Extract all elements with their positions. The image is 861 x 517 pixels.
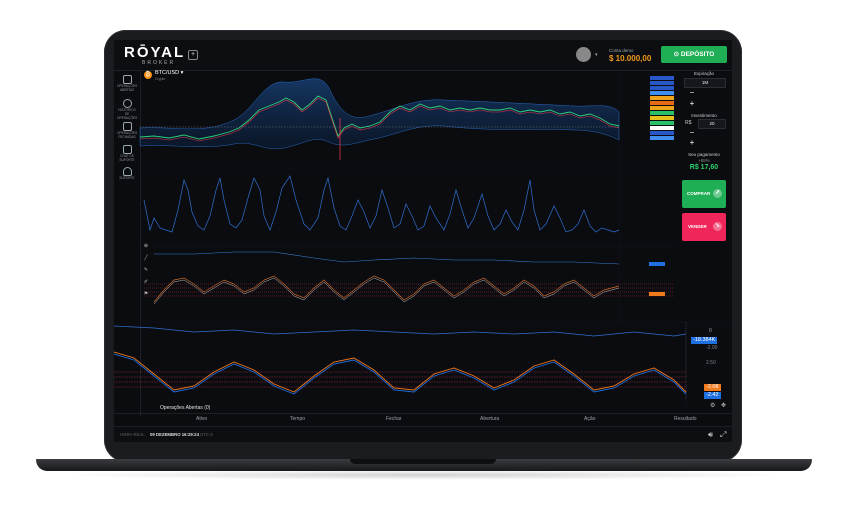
currency-label: R$	[685, 120, 692, 126]
column-result: Resultado	[674, 416, 697, 422]
drawing-toolbar: ⊕ ╱ ✎ ✐ ⚑	[142, 242, 152, 302]
stochastic-levels	[114, 371, 686, 388]
stochastic-level-label: 2.50	[706, 360, 716, 366]
payout-label: Seu pagamento	[688, 152, 720, 157]
line-tool-icon[interactable]: ╱	[142, 254, 150, 262]
macd-level-label: -2.00	[706, 345, 718, 351]
column-asset: Ativo	[196, 416, 208, 422]
chart-settings-icon[interactable]: ⚙	[710, 402, 715, 409]
payout-percentage: +88%	[698, 158, 710, 163]
expiry-minus-button[interactable]: −	[688, 89, 696, 97]
indicator-tool-icon[interactable]: ⚑	[142, 290, 150, 298]
volatility-indicator	[143, 175, 620, 233]
sound-icon[interactable]: 🔊︎	[708, 430, 713, 440]
investment-input[interactable]: 20	[698, 119, 726, 129]
chart-fullscreen-icon[interactable]: ✥	[721, 402, 726, 409]
status-footer: HORA REAL 09 DEZEMBRO 16:29:24 UTC-3 🔊︎ …	[114, 426, 732, 442]
mini-tag-blue	[649, 262, 665, 266]
crosshair-tool-icon[interactable]: ⊕	[142, 242, 150, 250]
momentum-indicator	[154, 251, 620, 265]
price-chart-canvas[interactable]	[114, 40, 732, 420]
mini-tag-orange	[649, 292, 665, 296]
sell-label: VENDER	[688, 224, 707, 229]
column-close: Fechar	[386, 416, 402, 422]
trading-screen: RŌYAL BROKER + ▾ Conta demo $ 10.000,00 …	[114, 40, 732, 442]
column-action: Ação	[584, 416, 596, 422]
expiry-label: Expiração	[693, 71, 714, 76]
laptop-notch	[350, 459, 496, 464]
laptop-shadow	[60, 470, 790, 480]
sell-button[interactable]: VENDER ➘	[682, 213, 726, 241]
arrow-up-icon: ➚	[713, 189, 722, 198]
operations-table-header: Ativo Tempo Fechar Abertura Ação Resulta…	[114, 413, 732, 424]
payout-value: R$ 17,60	[689, 164, 719, 171]
stochastic-line-blue	[114, 353, 687, 395]
expiry-plus-button[interactable]: +	[688, 100, 696, 108]
arrow-down-icon: ➘	[713, 222, 722, 231]
server-time-label: HORA REAL	[120, 432, 145, 437]
stochastic-tag-orange: -2.08	[704, 384, 721, 391]
macd-value-tag: -18.384K	[691, 337, 718, 344]
buy-label: COMPRAR	[687, 191, 711, 196]
expiry-input[interactable]: 1M	[684, 78, 726, 88]
buy-button[interactable]: COMPRAR ➚	[682, 180, 726, 208]
laptop-frame: RŌYAL BROKER + ▾ Conta demo $ 10.000,00 …	[0, 0, 861, 517]
macd-line	[114, 325, 687, 337]
brush-tool-icon[interactable]: ✐	[142, 278, 150, 286]
macd-zero-label: 0	[709, 328, 712, 334]
investment-plus-button[interactable]: +	[688, 139, 696, 147]
stochastic-tag-blue: -2.42	[704, 392, 721, 399]
investment-label: Investimento	[691, 113, 717, 118]
oscillator-line-orange	[153, 275, 620, 303]
column-open: Abertura	[480, 416, 500, 422]
oscillator-line-white	[153, 277, 620, 305]
server-time: 09 DEZEMBRO 16:29:24	[150, 432, 199, 437]
trade-panel: Expiração 1M − + Investimento R$ 20 − + …	[676, 71, 732, 321]
pencil-tool-icon[interactable]: ✎	[142, 266, 150, 274]
timezone-label: UTC-3	[200, 432, 213, 437]
oscillator-levels	[144, 283, 674, 297]
investment-minus-button[interactable]: −	[688, 129, 696, 137]
column-time: Tempo	[290, 416, 306, 422]
open-operations-title[interactable]: Operações Abertas (0)	[160, 405, 210, 411]
price-scale-tags	[650, 76, 674, 140]
fullscreen-icon[interactable]: ⤢	[720, 430, 726, 440]
